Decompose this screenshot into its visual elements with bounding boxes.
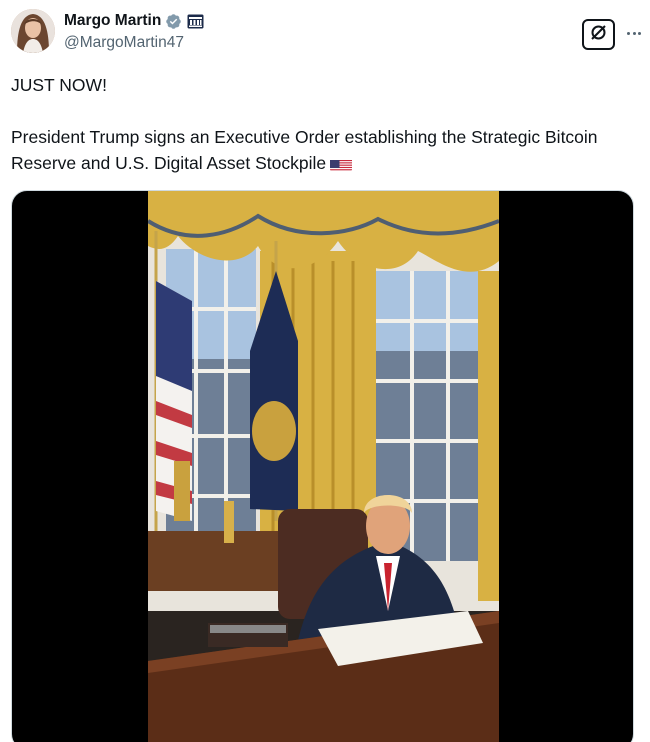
verified-badge-icon[interactable]: [165, 13, 182, 30]
tweet-header: Margo Martin @MargoMartin47: [11, 9, 642, 55]
tweet-text-line-2: President Trump signs an Executive Order…: [11, 127, 598, 173]
more-options-icon: [626, 31, 630, 35]
avatar[interactable]: [11, 9, 55, 53]
grok-icon: [589, 23, 608, 47]
us-flag-emoji: [330, 156, 353, 171]
tweet-text-line-1: JUST NOW!: [11, 75, 107, 95]
author-names: Margo Martin @MargoMartin47: [64, 11, 204, 52]
tweet-text: JUST NOW! President Trump signs an Execu…: [11, 72, 631, 176]
grok-button[interactable]: [582, 19, 615, 50]
affiliate-badge-icon[interactable]: [187, 14, 204, 29]
author-handle[interactable]: @MargoMartin47: [64, 34, 204, 52]
more-options-button[interactable]: [623, 23, 645, 43]
tweet[interactable]: Margo Martin @MargoMartin47 JUST NOW! Pr…: [0, 0, 650, 742]
media-photo[interactable]: [146, 191, 500, 742]
display-name[interactable]: Margo Martin: [64, 12, 161, 30]
tweet-media[interactable]: [11, 190, 634, 742]
